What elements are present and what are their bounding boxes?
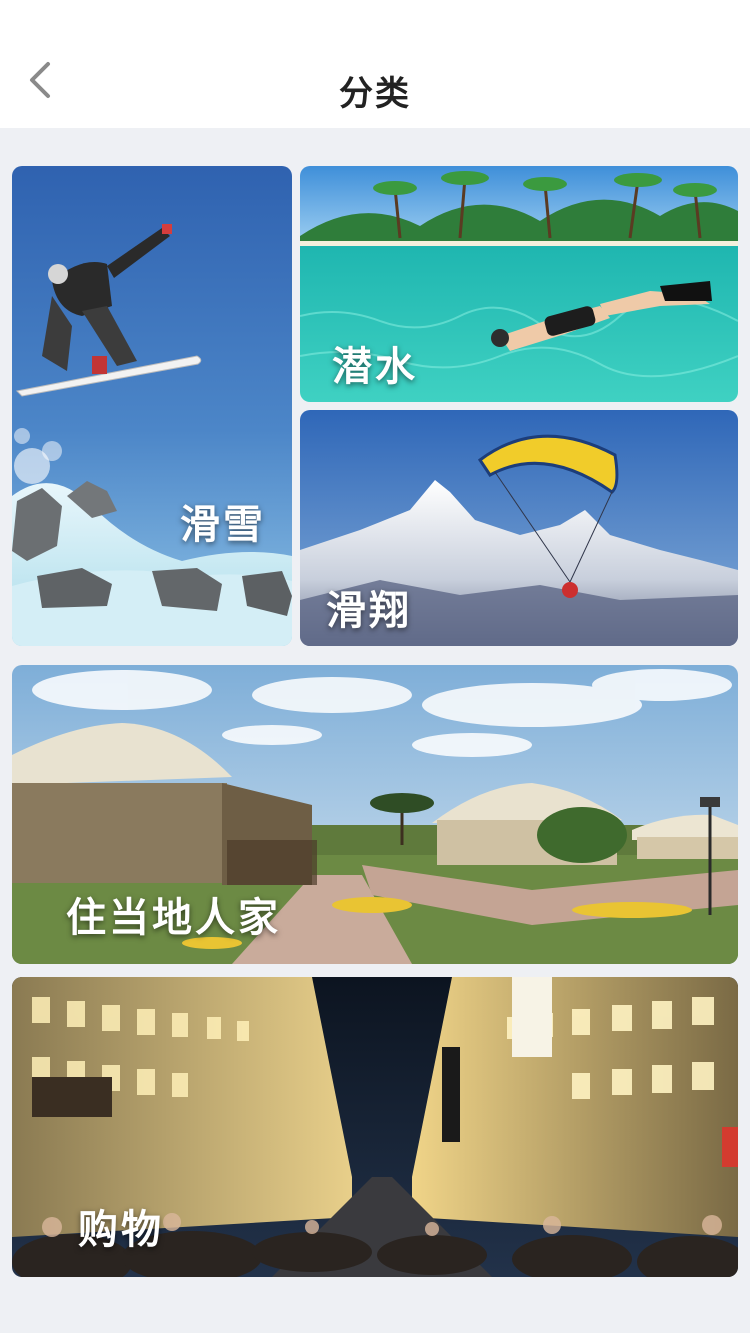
- category-label: 滑雪: [180, 502, 266, 548]
- category-label: 购物: [78, 1207, 164, 1253]
- category-card-diving[interactable]: 潜水: [300, 166, 738, 402]
- skiing-image: [12, 166, 292, 646]
- category-label: 住当地人家: [66, 895, 281, 941]
- category-label: 潜水: [332, 344, 418, 390]
- category-label: 滑翔: [326, 588, 412, 634]
- page-title: 分类: [339, 74, 411, 114]
- category-card-gliding[interactable]: 滑翔: [300, 410, 738, 646]
- header-bar: 分类: [0, 0, 750, 128]
- category-card-homestay[interactable]: 住当地人家: [12, 665, 738, 964]
- category-card-shopping[interactable]: 购物: [12, 977, 738, 1277]
- category-card-skiing[interactable]: 滑雪: [12, 166, 292, 646]
